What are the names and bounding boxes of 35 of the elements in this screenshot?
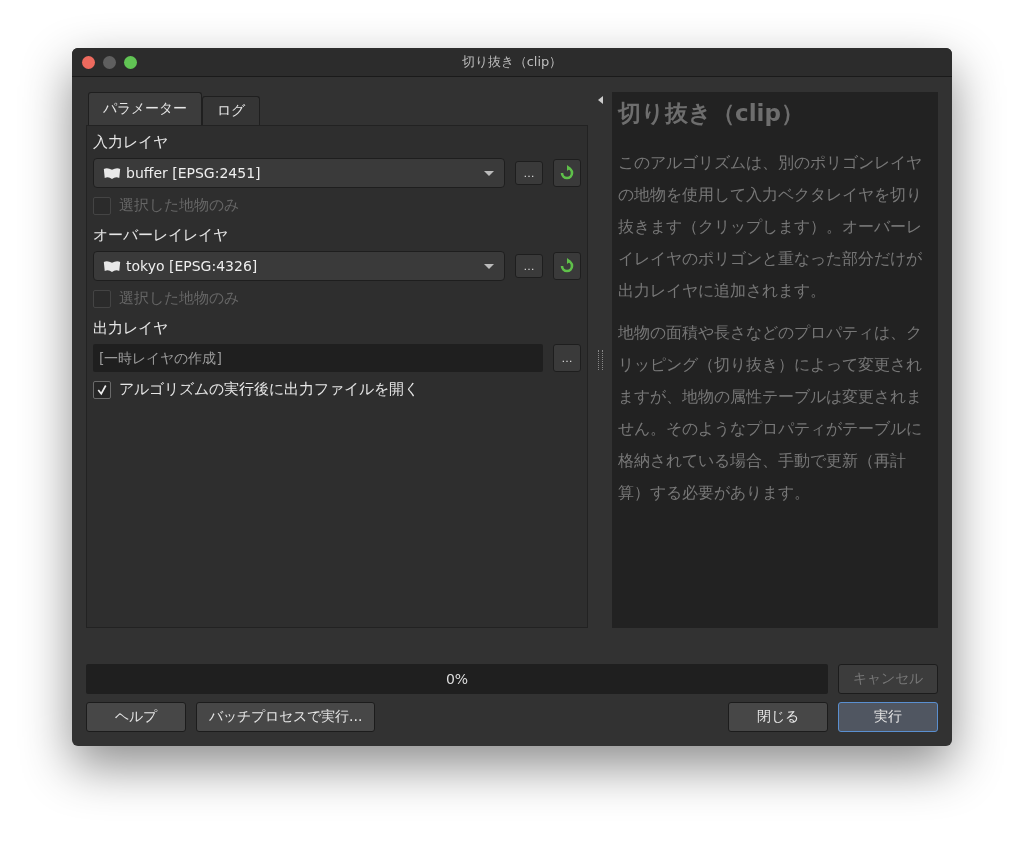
window-title: 切り抜き（clip） — [461, 53, 563, 71]
polygon-layer-icon — [102, 165, 122, 181]
iterate-button[interactable] — [553, 159, 581, 187]
browse-button[interactable]: … — [515, 254, 543, 278]
collapse-arrow-icon[interactable] — [597, 96, 603, 104]
dialog-button[interactable]: バッチプロセスで実行... — [196, 702, 376, 732]
tab[interactable]: ログ — [202, 96, 260, 125]
field-label: オーバーレイレイヤ — [93, 225, 229, 246]
polygon-layer-icon — [102, 258, 122, 274]
zoom-button[interactable] — [124, 55, 137, 69]
field-label: 出力レイヤ — [93, 318, 169, 339]
checkbox[interactable] — [93, 380, 111, 399]
layer-dropdown[interactable]: tokyo [EPSG:4326] — [93, 251, 505, 281]
browse-button[interactable]: … — [553, 344, 581, 372]
circular-arrow-icon — [559, 258, 575, 274]
close-button[interactable] — [82, 55, 95, 69]
tab[interactable]: パラメーター — [88, 92, 202, 125]
browse-button[interactable]: … — [515, 161, 543, 185]
layer-dropdown[interactable]: buffer [EPSG:2451] — [93, 158, 505, 188]
help-paragraph: 地物の面積や長さなどのプロパティは、クリッピング（切り抜き）によって変更されますが、地物の属性テーブルは変更されません。そのようなプロパティがテーブルに格納されている場合、手動で更新（再計算）する必要があります。 — [618, 323, 923, 504]
caret-icon — [484, 264, 494, 269]
progress-text: 0% — [445, 671, 469, 687]
dialog-button[interactable]: 実行 — [838, 702, 938, 732]
checkmark-icon — [96, 383, 108, 396]
help-paragraph: このアルゴリズムは、別のポリゴンレイヤの地物を使用して入力ベクタレイヤを切り抜きます（クリップします）。オーバーレイレイヤのポリゴンと重なった部分だけが出力レイヤに追加されます。 — [618, 153, 923, 302]
dialog-button[interactable]: ヘルプ — [86, 702, 186, 732]
caret-icon — [484, 171, 494, 176]
field-label: 入力レイヤ — [93, 132, 169, 153]
iterate-button[interactable] — [553, 252, 581, 280]
circular-arrow-icon — [559, 165, 575, 181]
output-field[interactable]: [一時レイヤの作成] — [93, 344, 543, 372]
splitter-handle[interactable] — [597, 350, 603, 370]
dialog-button[interactable]: 閉じる — [728, 702, 828, 732]
help-title: 切り抜き（clip） — [618, 99, 805, 128]
checkbox-label: アルゴリズムの実行後に出力ファイルを開く — [119, 380, 419, 399]
